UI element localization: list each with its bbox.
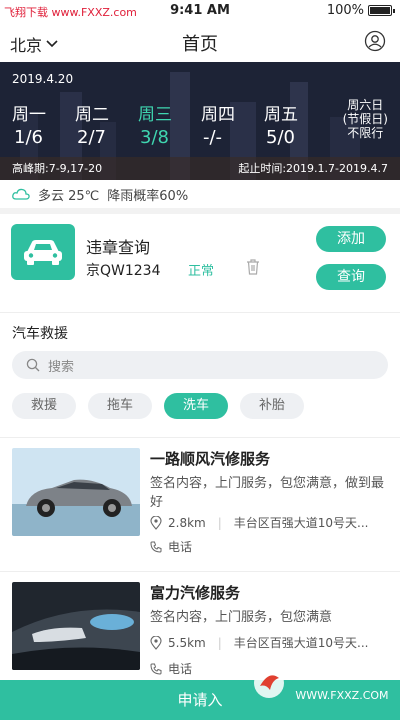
restricted-digits: 1/6 (14, 127, 43, 148)
shop-name: 一路顺风汽修服务 (150, 450, 271, 468)
status-battery-area: 100% (326, 3, 395, 18)
phone-label: 电话 (168, 540, 193, 554)
weekday-label: 周五 (264, 105, 298, 125)
weekend-line: (节假日) (342, 112, 388, 126)
violation-card: 违章查询 京QW1234 正常 添加 查询 (0, 214, 400, 312)
watermark-title: 飞翔下载 (289, 648, 394, 678)
weekday-label: 周一 (12, 105, 46, 125)
watermark-logo: 飞翔下载 WWW.FXXZ.COM (252, 650, 394, 716)
nav-bar: 北京 首页 (0, 22, 400, 62)
violation-status: 正常 (188, 264, 215, 279)
weekday-fri: 周五 5/0 (264, 100, 327, 148)
search-icon (26, 358, 40, 372)
car-icon (11, 224, 75, 280)
battery-percent: 100% (326, 3, 364, 18)
shop-thumbnail (12, 448, 140, 536)
weekday-label: 周四 (201, 105, 235, 125)
banner-date: 2019.4.20 (12, 72, 74, 86)
shop-description: 签名内容，上门服务，包您满意，做到最好 (150, 476, 385, 510)
restricted-digits: -/- (203, 127, 223, 148)
weekday-thu: 周四 -/- (201, 100, 264, 148)
section-title: 汽车救援 (12, 326, 68, 342)
user-icon[interactable] (364, 30, 386, 52)
cloud-icon (12, 188, 30, 200)
tag-tire[interactable]: 补胎 (240, 393, 304, 419)
trash-icon[interactable] (244, 258, 262, 276)
phone-icon (150, 541, 162, 553)
weather-text: 多云 25℃ (38, 188, 100, 204)
apply-label: 申请入 (177, 691, 223, 709)
weekday-label: 周三 (138, 105, 172, 125)
weekday-wed: 周三 3/8 (138, 100, 201, 148)
shop-name: 富力汽修服务 (150, 584, 241, 602)
weekday-tue: 周二 2/7 (75, 100, 138, 148)
shop-distance: 5.5km (168, 635, 206, 650)
shop-phone[interactable]: 电话 (150, 538, 192, 555)
traffic-restriction-banner: 2019.4.20 周一 1/6 周二 2/7 周三 3/8 周四 -/- 周五… (0, 62, 400, 180)
weekend-line: 不限行 (347, 126, 384, 140)
tag-tow[interactable]: 拖车 (88, 393, 152, 419)
phone-icon (150, 663, 162, 675)
shop-phone[interactable]: 电话 (150, 660, 192, 677)
location-pin-icon (150, 515, 162, 530)
status-bar: 飞翔下载 www.FXXZ.com 9:41 AM 100% (0, 0, 400, 22)
shop-distance: 2.8km (168, 515, 206, 530)
restriction-period: 起止时间:2019.1.7-2019.4.7 (238, 162, 388, 175)
page-title: 首页 (182, 34, 218, 55)
phone-label: 电话 (168, 662, 193, 676)
weekday-label: 周二 (75, 105, 109, 125)
shop-address: 丰台区百强大道10号天... (233, 516, 369, 530)
apply-button[interactable]: 申请入 飞翔下载 WWW.FXXZ.COM (0, 650, 400, 720)
shop-description: 签名内容，上门服务，包您满意 (150, 610, 333, 625)
tag-wash[interactable]: 洗车 (164, 393, 228, 419)
weekend-line: 周六日 (347, 98, 384, 112)
add-button[interactable]: 添加 (316, 226, 386, 252)
location-pin-icon (150, 635, 162, 650)
battery-icon (368, 5, 395, 16)
watermark-url: WWW.FXXZ.COM (295, 689, 389, 702)
restricted-digits: 3/8 (140, 127, 169, 148)
service-tags: 救援 拖车 洗车 补胎 (0, 379, 400, 431)
tag-rescue[interactable]: 救援 (12, 393, 76, 419)
restricted-digits: 2/7 (77, 127, 106, 148)
weekday-list: 周一 1/6 周二 2/7 周三 3/8 周四 -/- 周五 5/0 (12, 100, 327, 148)
violation-title: 违章查询 (86, 238, 151, 257)
weekday-mon: 周一 1/6 (12, 100, 75, 148)
meta-divider: | (217, 635, 222, 650)
query-button[interactable]: 查询 (316, 264, 386, 290)
license-plate: 京QW1234 (86, 263, 161, 279)
peak-hours: 高峰期:7-9,17-20 (12, 162, 103, 175)
list-item[interactable]: 一路顺风汽修服务 签名内容，上门服务，包您满意，做到最好 2.8km | 丰台区… (0, 438, 400, 572)
meta-divider: | (217, 515, 222, 530)
restricted-digits: 5/0 (266, 127, 295, 148)
rain-probability: 降雨概率60% (107, 188, 189, 204)
search-placeholder: 搜索 (48, 359, 75, 375)
watermark-logo-icon (253, 668, 284, 698)
shop-location: 2.8km | 丰台区百强大道10号天... (150, 514, 369, 531)
weekend-note: 周六日 (节假日) 不限行 (343, 98, 388, 140)
search-input[interactable]: 搜索 (12, 351, 388, 379)
weather-row: 多云 25℃ 降雨概率60% (0, 180, 400, 208)
shop-thumbnail (12, 582, 140, 670)
